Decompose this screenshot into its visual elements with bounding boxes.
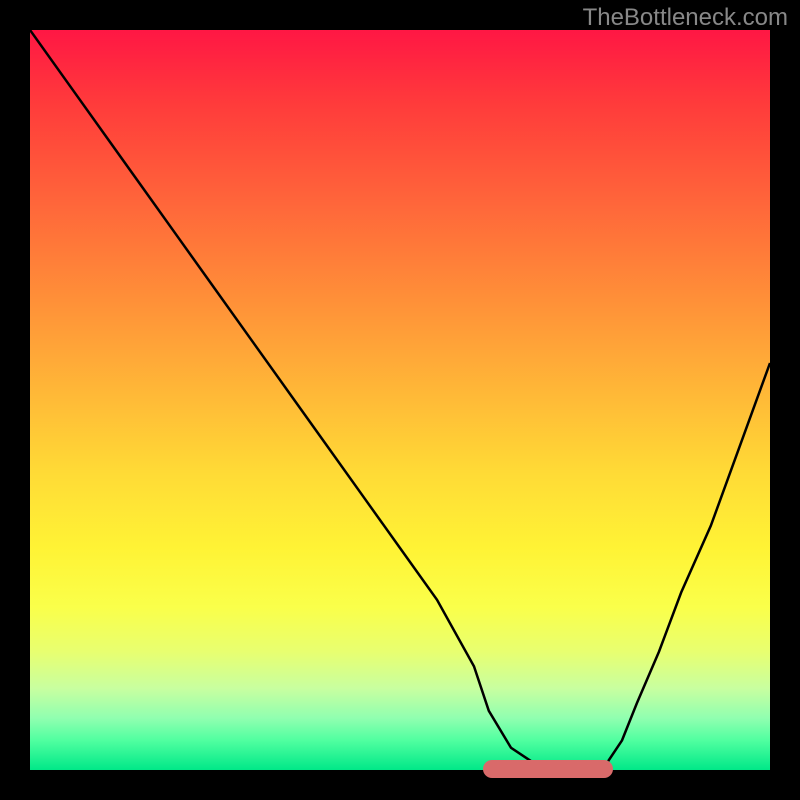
bottleneck-curve	[30, 30, 770, 770]
watermark-text: TheBottleneck.com	[583, 4, 788, 32]
optimal-range-marker	[483, 760, 613, 778]
